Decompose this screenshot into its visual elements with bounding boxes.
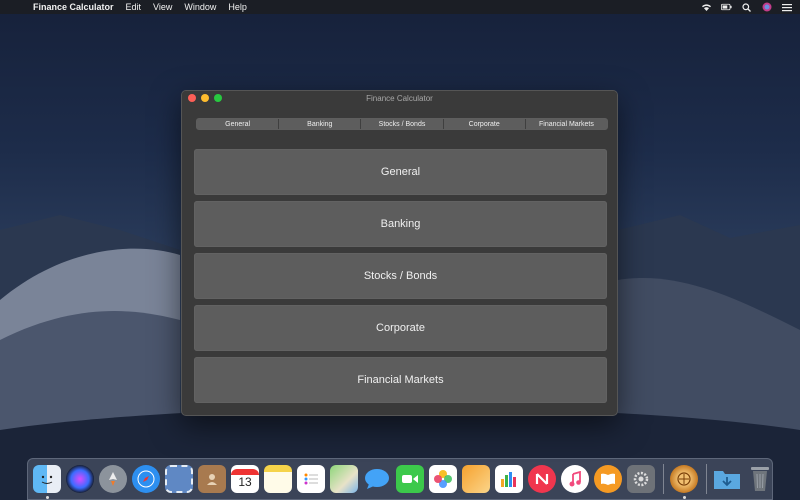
menu-view[interactable]: View (153, 2, 172, 12)
tab-general[interactable]: General (197, 119, 280, 129)
downloads-folder-icon[interactable] (713, 465, 741, 493)
siri-icon[interactable] (66, 465, 94, 493)
finance-calculator-icon[interactable] (670, 465, 698, 499)
dock-separator-2 (706, 464, 707, 494)
financial-markets-button[interactable]: Financial Markets (194, 357, 607, 403)
dock-separator (663, 464, 664, 494)
dock: 13 (27, 458, 773, 500)
trash-icon[interactable] (746, 465, 774, 493)
system-preferences-icon[interactable] (627, 465, 655, 493)
menu-app-name[interactable]: Finance Calculator (33, 2, 114, 12)
contacts-icon[interactable] (198, 465, 226, 493)
maps-icon[interactable] (330, 465, 358, 493)
news-icon[interactable] (528, 465, 556, 493)
launchpad-icon[interactable] (99, 465, 127, 493)
numbers-icon[interactable] (495, 465, 523, 493)
finder-icon[interactable] (33, 465, 61, 499)
music-icon[interactable] (561, 465, 589, 493)
banking-button[interactable]: Banking (194, 201, 607, 247)
tab-banking[interactable]: Banking (279, 119, 362, 129)
calendar-day-label: 13 (238, 475, 252, 489)
mail-stamp-icon[interactable] (165, 465, 193, 493)
tab-corporate[interactable]: Corporate (444, 119, 526, 129)
calendar-icon[interactable]: 13 (231, 465, 259, 493)
messages-icon[interactable] (363, 465, 391, 493)
wifi-icon[interactable] (701, 3, 712, 12)
menu-bar: Finance Calculator Edit View Window Help (0, 0, 800, 14)
safari-icon[interactable] (132, 465, 160, 493)
stocks-bonds-button[interactable]: Stocks / Bonds (194, 253, 607, 299)
tab-stocks-bonds[interactable]: Stocks / Bonds (361, 119, 444, 129)
reminders-icon[interactable] (297, 465, 325, 493)
notes-icon[interactable] (264, 465, 292, 493)
notification-center-icon[interactable] (781, 3, 792, 12)
menu-edit[interactable]: Edit (126, 2, 142, 12)
title-bar[interactable]: Finance Calculator (182, 91, 617, 107)
facetime-icon[interactable] (396, 465, 424, 493)
menu-window[interactable]: Window (184, 2, 216, 12)
user-avatar-icon[interactable] (761, 2, 772, 12)
battery-icon[interactable] (721, 3, 732, 12)
photos-icon[interactable] (429, 465, 457, 493)
tab-financial-markets[interactable]: Financial Markets (526, 119, 607, 129)
category-segmented-control: General Banking Stocks / Bonds Corporate… (196, 118, 608, 130)
finance-calculator-window: Finance Calculator General Banking Stock… (181, 90, 618, 416)
general-button[interactable]: General (194, 149, 607, 195)
menu-help[interactable]: Help (228, 2, 247, 12)
spotlight-search-icon[interactable] (741, 2, 752, 12)
corporate-button[interactable]: Corporate (194, 305, 607, 351)
window-title: Finance Calculator (366, 94, 433, 103)
pages-icon[interactable] (462, 465, 490, 493)
books-icon[interactable] (594, 465, 622, 493)
category-button-list: General Banking Stocks / Bonds Corporate… (194, 149, 607, 409)
